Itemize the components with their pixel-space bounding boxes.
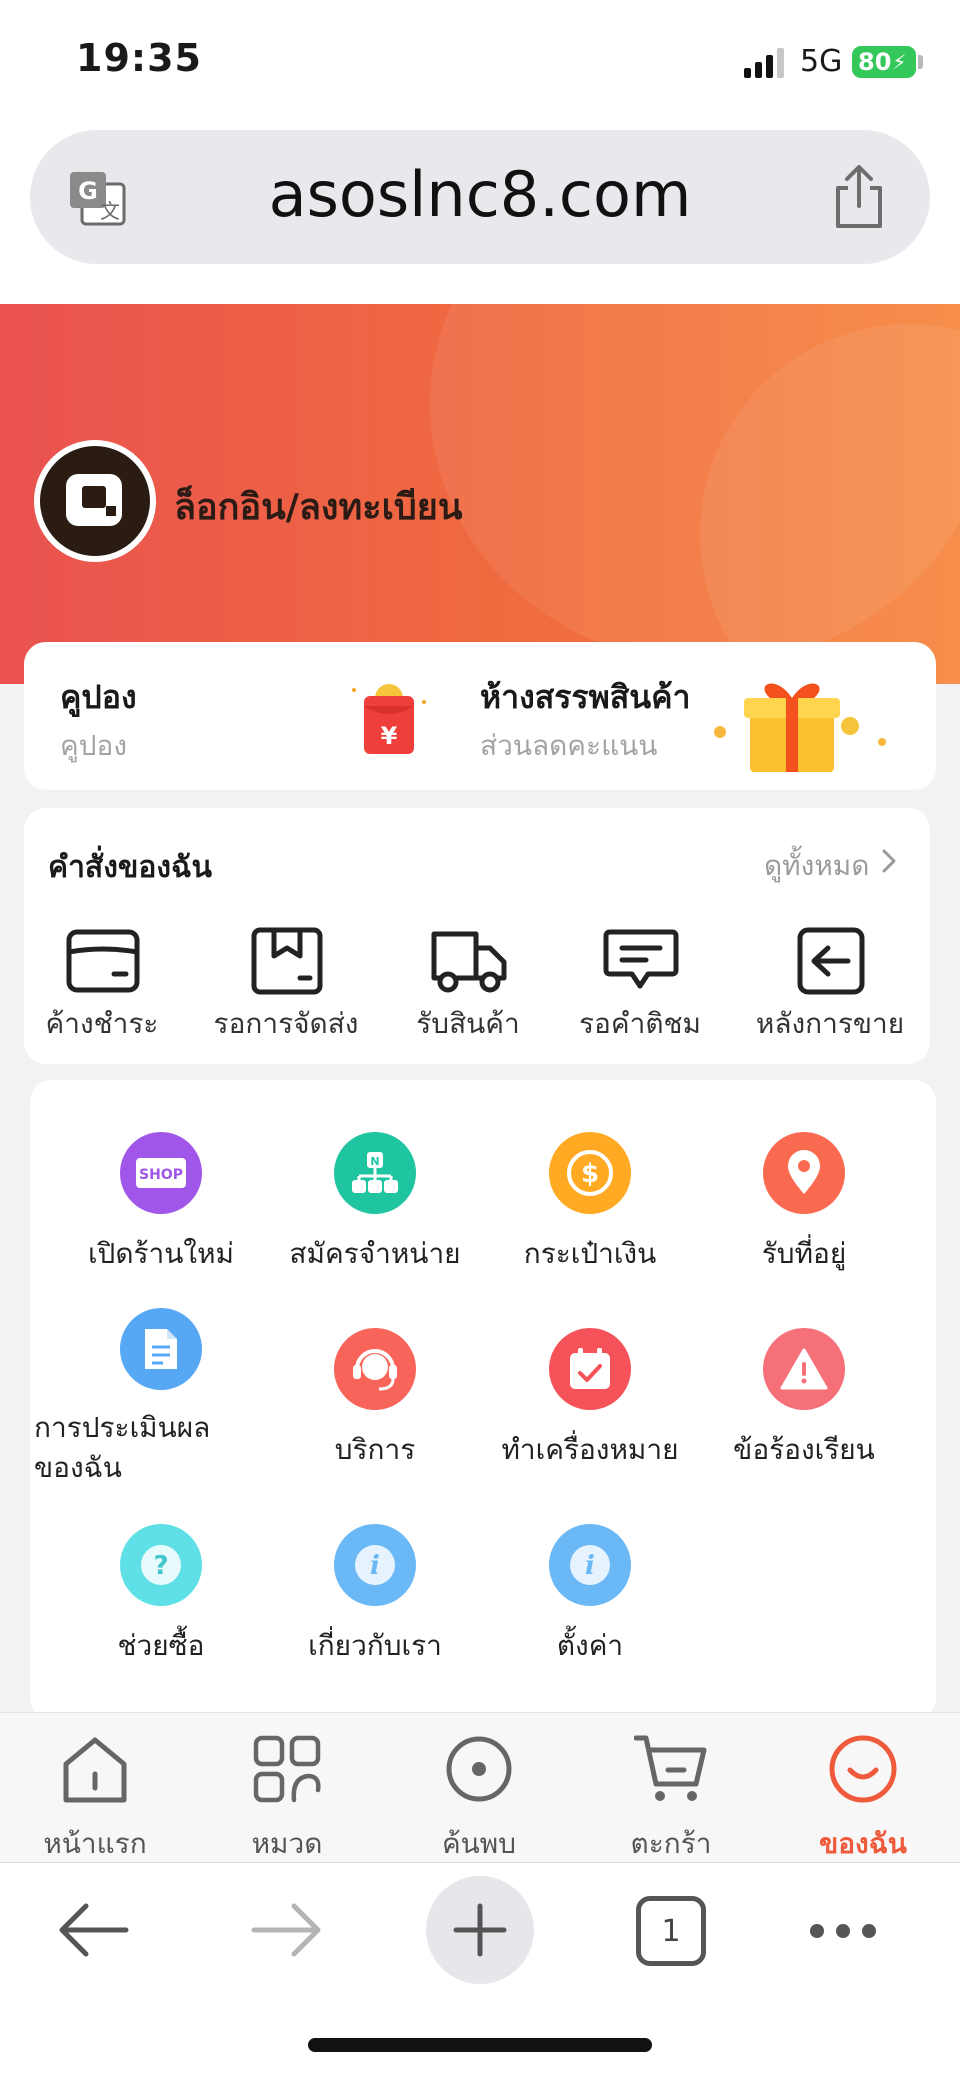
document-icon[interactable] — [120, 1308, 202, 1390]
calendar-check-icon[interactable] — [549, 1328, 631, 1410]
svg-text:SHOP: SHOP — [139, 1167, 183, 1183]
more-icon[interactable] — [806, 1918, 880, 1944]
category-icon[interactable] — [250, 1732, 324, 1806]
svg-text:¥: ¥ — [381, 722, 398, 750]
battery-level: 80 — [858, 48, 892, 76]
status-time: 19:35 — [76, 36, 202, 80]
gift-box-icon[interactable] — [710, 666, 890, 786]
tab-home[interactable]: หน้าแรก — [5, 1822, 185, 1866]
battery-tip — [918, 55, 923, 69]
register-distributor[interactable]: สมัครจำหน่าย — [265, 1232, 485, 1276]
svg-text:i: i — [585, 1551, 595, 1581]
svg-text:$: $ — [581, 1159, 599, 1189]
about-us[interactable]: เกี่ยวกับเรา — [265, 1624, 485, 1668]
profile-icon[interactable] — [826, 1732, 900, 1806]
customer-service[interactable]: บริการ — [265, 1428, 485, 1472]
return-icon[interactable] — [792, 926, 870, 996]
cart-icon[interactable] — [634, 1732, 708, 1806]
order-receive-goods[interactable]: รับสินค้า — [368, 1002, 568, 1046]
complaints[interactable]: ข้อร้องเรียน — [694, 1428, 914, 1472]
mall-title[interactable]: ห้างสรรพสินค้า — [480, 672, 690, 723]
comment-icon[interactable] — [602, 926, 680, 996]
distributor-icon[interactable]: N — [334, 1132, 416, 1214]
tab-profile[interactable]: ของฉัน — [773, 1822, 953, 1866]
svg-text:N: N — [370, 1155, 379, 1168]
warning-icon[interactable] — [763, 1328, 845, 1410]
my-evaluation-line2: ของฉัน — [34, 1451, 122, 1484]
purchase-help[interactable]: ช่วยซื้อ — [51, 1624, 271, 1668]
open-new-shop[interactable]: เปิดร้านใหม่ — [51, 1232, 271, 1276]
home-icon[interactable] — [58, 1732, 132, 1806]
svg-text:?: ? — [153, 1551, 168, 1581]
wallet-icon[interactable] — [64, 926, 142, 996]
orders-title: คำสั่งของฉัน — [48, 850, 212, 885]
coupon-subtitle: คูปอง — [60, 729, 127, 762]
tab-discover[interactable]: ค้นพบ — [389, 1822, 569, 1866]
order-awaiting-shipment[interactable]: รอการจัดส่ง — [186, 1002, 386, 1046]
red-envelope-icon[interactable]: ¥ — [344, 676, 434, 766]
plus-icon[interactable] — [452, 1902, 508, 1958]
view-all-link[interactable]: ดูทั้งหมด — [764, 844, 869, 888]
order-after-sales[interactable]: หลังการขาย — [730, 1002, 930, 1046]
svg-text:文: 文 — [100, 199, 120, 223]
home-indicator — [308, 2038, 652, 2052]
help-icon[interactable]: ? — [120, 1524, 202, 1606]
customer-service-icon[interactable] — [334, 1328, 416, 1410]
my-evaluation[interactable]: การประเมินผล ของฉัน — [34, 1408, 254, 1488]
signal-icon — [744, 48, 784, 78]
battery-indicator: 80 ⚡ — [852, 46, 916, 78]
location-icon[interactable] — [763, 1132, 845, 1214]
tab-category[interactable]: หมวด — [197, 1822, 377, 1866]
chevron-right-icon[interactable] — [878, 846, 900, 876]
svg-text:i: i — [370, 1551, 380, 1581]
wallet-link[interactable]: กระเป๋าเงิน — [480, 1232, 700, 1276]
svg-text:G: G — [78, 177, 98, 205]
forward-arrow-icon[interactable] — [250, 1900, 324, 1960]
coin-icon[interactable]: $ — [549, 1132, 631, 1214]
network-type: 5G — [800, 44, 843, 79]
my-evaluation-line1: การประเมินผล — [34, 1411, 211, 1444]
discover-icon[interactable] — [442, 1732, 516, 1806]
url-text[interactable]: asoslnc8.com — [150, 158, 810, 231]
translate-icon[interactable]: G 文 — [68, 168, 128, 228]
check-in[interactable]: ทำเครื่องหมาย — [480, 1428, 700, 1472]
truck-icon[interactable] — [430, 926, 508, 996]
tab-cart[interactable]: ตะกร้า — [581, 1822, 761, 1866]
shipping-address[interactable]: รับที่อยู่ — [694, 1232, 914, 1276]
tab-switcher-button[interactable]: 1 — [636, 1896, 706, 1966]
info-icon[interactable]: i — [334, 1524, 416, 1606]
mall-subtitle: ส่วนลดคะแนน — [480, 729, 658, 762]
package-icon[interactable] — [248, 926, 326, 996]
charging-icon: ⚡ — [892, 50, 907, 74]
coupon-title[interactable]: คูปอง — [60, 672, 137, 723]
settings[interactable]: ตั้งค่า — [480, 1624, 700, 1668]
back-arrow-icon[interactable] — [56, 1900, 130, 1960]
shop-icon[interactable]: SHOP — [120, 1132, 202, 1214]
settings-info-icon[interactable]: i — [549, 1524, 631, 1606]
order-awaiting-review[interactable]: รอคำติชม — [540, 1002, 740, 1046]
app-logo-icon — [66, 474, 122, 526]
order-pending-payment[interactable]: ค้างชำระ — [2, 1002, 202, 1046]
share-icon[interactable] — [830, 164, 888, 230]
login-register-link[interactable]: ล็อกอิน/ลงทะเบียน — [174, 478, 462, 535]
